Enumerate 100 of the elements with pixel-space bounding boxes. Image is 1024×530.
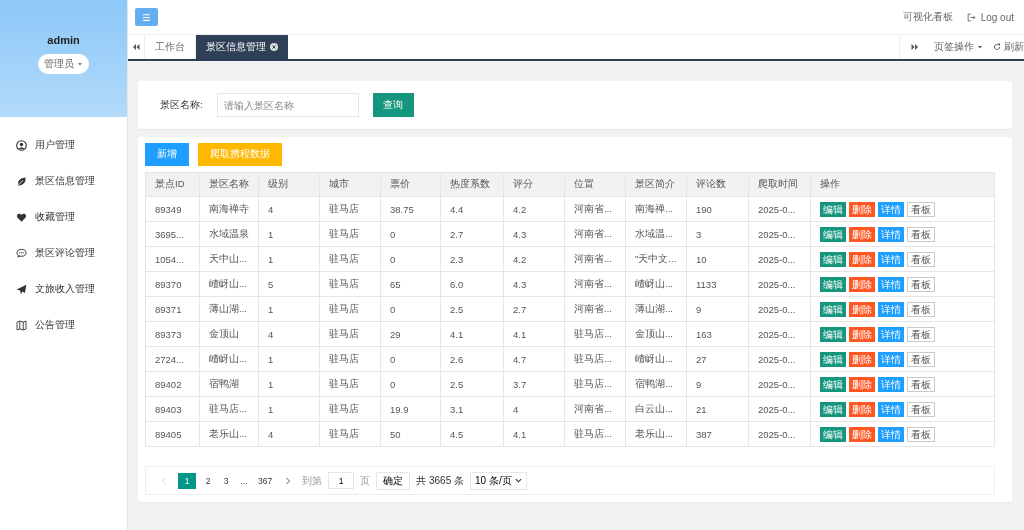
- details-button[interactable]: 详情: [878, 301, 904, 317]
- tab[interactable]: 景区信息管理: [195, 35, 288, 59]
- delete-button[interactable]: 删除: [849, 226, 875, 242]
- table-cell: 天中山...: [199, 246, 259, 272]
- table-cell: 嵖岈山...: [199, 346, 259, 372]
- table-cell: 2025-0...: [748, 196, 811, 222]
- table-cell: 驻马店...: [564, 421, 626, 447]
- delete-button[interactable]: 删除: [849, 251, 875, 267]
- dashboard-button[interactable]: 看板: [907, 226, 935, 242]
- dashboard-button[interactable]: 看板: [907, 326, 935, 342]
- table-cell: 2025-0...: [748, 321, 811, 347]
- add-button[interactable]: 新增: [145, 143, 189, 166]
- table-cell: 1: [258, 221, 320, 247]
- page-link[interactable]: 2: [202, 472, 214, 489]
- table-cell: 4.3: [503, 221, 565, 247]
- delete-button[interactable]: 删除: [849, 426, 875, 442]
- table-cell: 4.2: [503, 196, 565, 222]
- delete-button[interactable]: 删除: [849, 301, 875, 317]
- edit-button[interactable]: 编辑: [820, 276, 846, 292]
- dashboard-button[interactable]: 看板: [907, 426, 935, 442]
- table-cell: 河南省...: [564, 221, 626, 247]
- dashboard-button[interactable]: 看板: [907, 276, 935, 292]
- logout-link[interactable]: Log out: [966, 10, 1014, 24]
- page-link[interactable]: 367: [256, 472, 275, 489]
- search-field[interactable]: 请输入景区名称: [216, 93, 359, 117]
- table-cell: 0: [380, 246, 441, 272]
- page-link[interactable]: ...: [238, 472, 250, 489]
- details-button[interactable]: 详情: [878, 251, 904, 267]
- sidebar-item[interactable]: 景区评论管理: [0, 235, 127, 271]
- search-button[interactable]: 查询: [372, 93, 414, 117]
- table-cell: 驻马店: [319, 371, 381, 397]
- sidebar-item[interactable]: 公告管理: [0, 307, 127, 343]
- table-cell: 驻马店: [319, 196, 381, 222]
- table-cell: 1: [258, 346, 320, 372]
- delete-button[interactable]: 删除: [849, 401, 875, 417]
- edit-button[interactable]: 编辑: [820, 376, 846, 392]
- edit-button[interactable]: 编辑: [820, 401, 846, 417]
- table-cell: 宿鸭湖...: [625, 371, 687, 397]
- table-cell: 3695...: [145, 221, 200, 247]
- table-cell: 南海禅寺: [199, 196, 259, 222]
- table-cell: 163: [686, 321, 749, 347]
- delete-button[interactable]: 删除: [849, 326, 875, 342]
- confirm-button[interactable]: 确定: [376, 471, 411, 490]
- details-button[interactable]: 详情: [878, 201, 904, 217]
- menu-icon: [142, 12, 151, 22]
- delete-button[interactable]: 删除: [849, 376, 875, 392]
- dashboard-button[interactable]: 看板: [907, 376, 935, 392]
- table-cell: 嵖岈山...: [625, 271, 687, 297]
- details-button[interactable]: 详情: [878, 226, 904, 242]
- details-button[interactable]: 详情: [878, 326, 904, 342]
- table-cell: 1: [258, 396, 320, 422]
- table-cell: 2025-0...: [748, 396, 811, 422]
- delete-button[interactable]: 删除: [849, 201, 875, 217]
- edit-button[interactable]: 编辑: [820, 426, 846, 442]
- table-cell: 2025-0...: [748, 246, 811, 272]
- table-cell: 水域温...: [625, 221, 687, 247]
- dashboard-button[interactable]: 看板: [907, 201, 935, 217]
- page-link[interactable]: 1: [178, 472, 196, 489]
- details-button[interactable]: 详情: [878, 401, 904, 417]
- goto-label: 到第: [302, 473, 323, 488]
- edit-button[interactable]: 编辑: [820, 201, 846, 217]
- delete-button[interactable]: 删除: [849, 351, 875, 367]
- dashboard-button[interactable]: 看板: [907, 351, 935, 367]
- edit-button[interactable]: 编辑: [820, 326, 846, 342]
- table-cell: 387: [686, 421, 749, 447]
- details-button[interactable]: 详情: [878, 426, 904, 442]
- delete-button[interactable]: 删除: [849, 276, 875, 292]
- user-name: admin: [47, 33, 80, 46]
- table-cell: 2025-0...: [748, 271, 811, 297]
- table-cell: 89349: [145, 196, 200, 222]
- sidebar-item[interactable]: 文旅收入管理: [0, 271, 127, 307]
- page-number-field[interactable]: 1: [328, 472, 355, 489]
- table-cell: 嵖岈山...: [199, 271, 259, 297]
- edit-button[interactable]: 编辑: [820, 251, 846, 267]
- chevron-right-icon: [284, 476, 293, 485]
- details-button[interactable]: 详情: [878, 276, 904, 292]
- dashboard-button[interactable]: 看板: [907, 401, 935, 417]
- menu-button[interactable]: [135, 8, 158, 26]
- table-cell: 0: [380, 371, 441, 397]
- table-cell: 4.1: [503, 321, 565, 347]
- details-button[interactable]: 详情: [878, 351, 904, 367]
- edit-button[interactable]: 编辑: [820, 351, 846, 367]
- field-label: 景区名称:: [160, 98, 203, 112]
- sidebar-item[interactable]: 用户管理: [0, 127, 127, 163]
- dashboard-button[interactable]: 看板: [907, 251, 935, 267]
- details-button[interactable]: 详情: [878, 376, 904, 392]
- table-cell: 89402: [145, 371, 200, 397]
- column-header: 级别: [258, 172, 320, 197]
- sidebar-item[interactable]: 景区信息管理: [0, 163, 127, 199]
- dashboard-link[interactable]: 可视化看板: [902, 10, 953, 24]
- edit-button[interactable]: 编辑: [820, 301, 846, 317]
- column-header: 位置: [564, 172, 626, 197]
- table-cell: 27: [686, 346, 749, 372]
- edit-button[interactable]: 编辑: [820, 226, 846, 242]
- role-dropdown[interactable]: 管理员: [38, 53, 89, 74]
- page-link[interactable]: 3: [220, 472, 232, 489]
- page-size-dropdown[interactable]: 10 条/页: [470, 471, 527, 490]
- sidebar-item[interactable]: 收藏管理: [0, 199, 127, 235]
- table-cell: 3: [686, 221, 749, 247]
- dashboard-button[interactable]: 看板: [907, 301, 935, 317]
